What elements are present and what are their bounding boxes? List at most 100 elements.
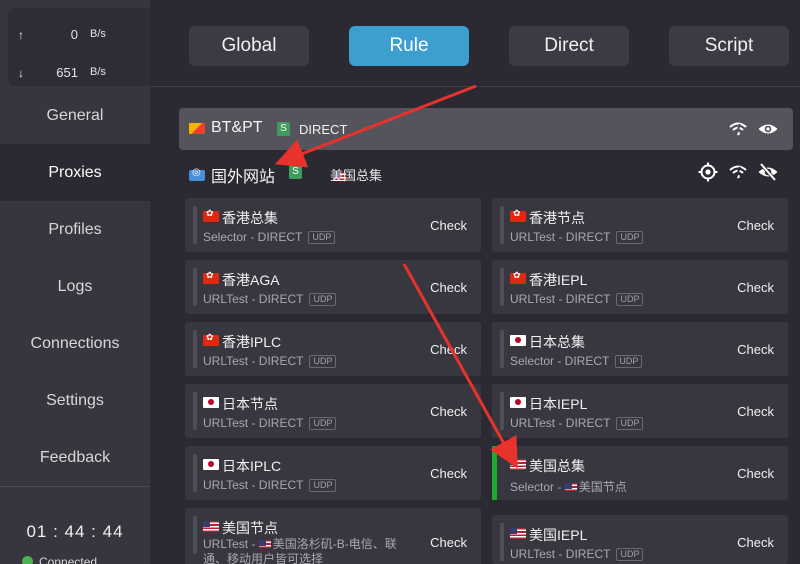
- check-button[interactable]: Check: [430, 280, 467, 295]
- eye-off-icon[interactable]: [757, 161, 779, 183]
- selector-badge: S: [289, 165, 302, 179]
- download-arrow-icon: ↓: [18, 66, 24, 80]
- mode-rule-button[interactable]: Rule: [349, 26, 469, 66]
- proxy-name: 日本IEPL: [529, 396, 588, 412]
- group-foreign-selected: 美国总集: [330, 168, 383, 183]
- proxy-subtitle: URLTest - DIRECT UDP: [510, 416, 644, 430]
- check-button[interactable]: Check: [737, 535, 774, 550]
- proxy-subtitle: URLTest - DIRECT UDP: [203, 292, 337, 306]
- check-button[interactable]: Check: [737, 280, 774, 295]
- status-dot-icon: [22, 556, 33, 564]
- check-button[interactable]: Check: [737, 342, 774, 357]
- udp-badge: UDP: [616, 417, 644, 430]
- check-button[interactable]: Check: [430, 466, 467, 481]
- check-button[interactable]: Check: [430, 342, 467, 357]
- hk-flag-icon: [203, 270, 219, 284]
- card-indicator: [500, 268, 504, 306]
- proxy-card[interactable]: 香港总集 Selector - DIRECTUDP Check: [185, 198, 481, 252]
- sidebar-item-connections[interactable]: Connections: [0, 315, 150, 372]
- udp-badge: UDP: [616, 548, 644, 561]
- udp-badge: UDP: [308, 231, 336, 244]
- latency-test-icon[interactable]: [727, 118, 749, 140]
- mode-script-button[interactable]: Script: [669, 26, 789, 66]
- proxy-subtitle: URLTest - DIRECT UDP: [203, 416, 337, 430]
- mode-switcher: Global Rule Direct Script: [150, 0, 800, 86]
- top-divider: [150, 86, 800, 87]
- proxy-name: 香港IPLC: [222, 334, 282, 350]
- jp-flag-icon: [510, 335, 526, 346]
- proxy-name: 日本节点: [222, 396, 278, 412]
- proxy-subtitle: Selector - DIRECT UDP: [203, 230, 336, 244]
- check-button[interactable]: Check: [430, 404, 467, 419]
- btpt-flag-icon: [189, 123, 205, 134]
- group-btpt[interactable]: BT&PT S DIRECT: [179, 108, 793, 150]
- check-button[interactable]: Check: [430, 535, 467, 550]
- hk-flag-icon: [510, 270, 526, 284]
- check-button[interactable]: Check: [737, 218, 774, 233]
- proxy-name: 美国IEPL: [529, 527, 588, 543]
- sidebar-item-general[interactable]: General: [0, 87, 150, 144]
- app-window: ↑ 0 B/s ↓ 651 B/s General Proxies Profil…: [0, 0, 800, 564]
- upload-value: 0: [70, 27, 78, 42]
- traffic-panel: ↑ 0 B/s ↓ 651 B/s: [8, 8, 150, 86]
- proxy-card-selected[interactable]: 美国总集 Selector - 美国节点 Check: [492, 446, 788, 500]
- hk-flag-icon: [203, 208, 219, 222]
- upload-speed: ↑ 0 B/s: [8, 26, 150, 46]
- proxy-card[interactable]: 美国IEPL URLTest - DIRECT UDP Check: [492, 515, 788, 564]
- us-flag-icon: [510, 459, 526, 470]
- sidebar-item-logs[interactable]: Logs: [0, 258, 150, 315]
- connection-status: Connected: [22, 555, 97, 564]
- sidebar-divider: [0, 486, 150, 487]
- card-indicator: [500, 330, 504, 368]
- group-foreign-title: 国外网站: [211, 169, 276, 186]
- proxy-subtitle: URLTest - 美国洛杉矶-B-电信、联通、移动用户皆可选择: [203, 537, 397, 564]
- proxy-card[interactable]: 香港节点 URLTest - DIRECTUDP Check: [492, 198, 788, 252]
- proxy-name: 美国节点: [222, 520, 278, 536]
- foreign-group-icon: [189, 167, 205, 182]
- proxy-card[interactable]: 香港IEPL URLTest - DIRECTUDP Check: [492, 260, 788, 314]
- proxy-card[interactable]: 日本节点 URLTest - DIRECT UDP Check: [185, 384, 481, 438]
- mode-direct-button[interactable]: Direct: [509, 26, 629, 66]
- latency-test-icon[interactable]: [727, 161, 749, 183]
- proxy-subtitle: URLTest - DIRECT UDP: [203, 478, 337, 492]
- udp-badge: UDP: [309, 293, 337, 306]
- check-button[interactable]: Check: [430, 218, 467, 233]
- eye-icon[interactable]: [757, 118, 779, 140]
- card-indicator: [193, 268, 197, 306]
- proxy-card[interactable]: 日本IPLC URLTest - DIRECT UDP Check: [185, 446, 481, 500]
- card-indicator: [193, 330, 197, 368]
- download-speed: ↓ 651 B/s: [8, 64, 150, 84]
- card-indicator: [500, 523, 504, 561]
- card-indicator: [193, 392, 197, 430]
- proxy-name: 香港节点: [529, 210, 585, 226]
- proxy-name: 香港AGA: [222, 272, 280, 288]
- proxy-name: 美国总集: [529, 458, 585, 474]
- proxy-card[interactable]: 日本总集 Selector - DIRECT UDP Check: [492, 322, 788, 376]
- proxy-card[interactable]: 美国节点 URLTest - 美国洛杉矶-B-电信、联通、移动用户皆可选择 Ch…: [185, 508, 481, 564]
- card-indicator: [193, 454, 197, 492]
- download-value: 651: [56, 65, 78, 80]
- proxy-subtitle: URLTest - DIRECT UDP: [510, 547, 644, 561]
- proxy-card[interactable]: 香港IPLC URLTest - DIRECTUDP Check: [185, 322, 481, 376]
- udp-badge: UDP: [309, 479, 337, 492]
- card-indicator: [500, 392, 504, 430]
- proxy-card[interactable]: 日本IEPL URLTest - DIRECT UDP Check: [492, 384, 788, 438]
- group-btpt-title: BT&PT: [211, 119, 263, 136]
- udp-badge: UDP: [309, 355, 337, 368]
- jp-flag-icon: [203, 459, 219, 470]
- udp-badge: UDP: [616, 293, 644, 306]
- proxy-card[interactable]: 香港AGA URLTest - DIRECTUDP Check: [185, 260, 481, 314]
- locate-icon[interactable]: [697, 161, 719, 183]
- proxy-subtitle: Selector - DIRECT UDP: [510, 354, 643, 368]
- sidebar-item-settings[interactable]: Settings: [0, 372, 150, 429]
- mode-global-button[interactable]: Global: [189, 26, 309, 66]
- proxy-subtitle: Selector - 美国节点: [510, 480, 627, 494]
- check-button[interactable]: Check: [737, 466, 774, 481]
- proxy-name: 日本总集: [529, 334, 585, 350]
- check-button[interactable]: Check: [737, 404, 774, 419]
- sidebar-item-profiles[interactable]: Profiles: [0, 201, 150, 258]
- sidebar-item-proxies[interactable]: Proxies: [0, 144, 150, 201]
- sidebar-item-feedback[interactable]: Feedback: [0, 429, 150, 486]
- card-indicator: [193, 516, 197, 554]
- card-indicator: [193, 206, 197, 244]
